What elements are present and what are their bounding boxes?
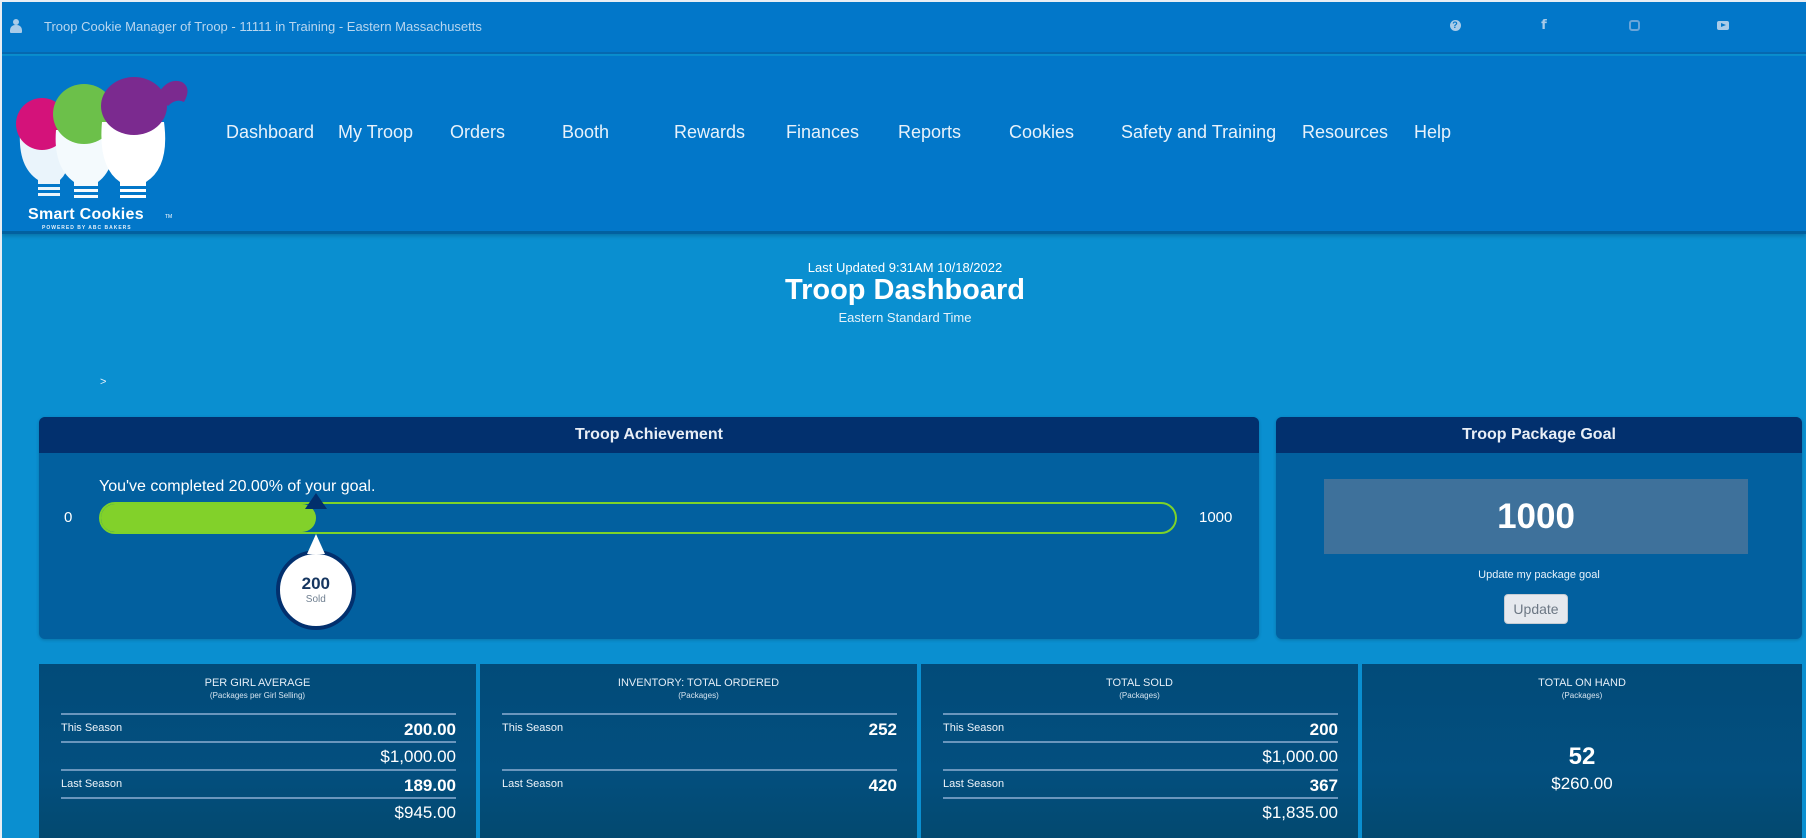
last-season-amount-row: $1,835.00 <box>943 797 1338 825</box>
last-season-amount: $1,835.00 <box>1262 803 1338 822</box>
achievement-progress-bar <box>99 502 1177 534</box>
help-icon[interactable]: ? <box>1448 18 1462 32</box>
last-season-row: Last Season 367 <box>943 769 1338 797</box>
stat-subtitle: (Packages) <box>1561 691 1603 700</box>
nav-rewards[interactable]: Rewards <box>674 122 745 143</box>
this-season-amount: $1,000.00 <box>380 747 456 766</box>
last-season-label: Last Season <box>943 778 1005 790</box>
main-navigation: Smart Cookies TM POWERED BY ABC BAKERS D… <box>2 56 1806 234</box>
troop-package-goal-title: Troop Package Goal <box>1276 417 1802 453</box>
nav-cookies[interactable]: Cookies <box>1009 122 1074 143</box>
last-season-value: 189.00 <box>404 776 456 795</box>
this-season-amount-row: $1,000.00 <box>61 741 456 769</box>
troop-package-goal-panel: Troop Package Goal 1000 Update my packag… <box>1276 417 1802 639</box>
nav-help[interactable]: Help <box>1414 122 1451 143</box>
timezone-label: Eastern Standard Time <box>838 310 972 325</box>
logo-trademark: TM <box>165 214 173 220</box>
per-girl-average-card: PER GIRL AVERAGE (Packages per Girl Sell… <box>39 664 476 838</box>
nav-reports[interactable]: Reports <box>898 122 961 143</box>
last-season-row: Last Season 420 <box>502 769 897 797</box>
user-role-title: Troop Cookie Manager of Troop - 11111 in… <box>44 19 482 34</box>
user-icon[interactable] <box>10 19 22 33</box>
this-season-label: This Season <box>502 722 564 734</box>
this-season-label: This Season <box>61 722 123 734</box>
progress-min-label: 0 <box>64 509 73 526</box>
progress-max-label: 1000 <box>1199 509 1233 526</box>
stat-title: TOTAL SOLD <box>1105 677 1174 689</box>
nav-finances[interactable]: Finances <box>786 122 859 143</box>
this-season-value: 200 <box>1309 720 1338 739</box>
nav-safety-and-training[interactable]: Safety and Training <box>1121 122 1276 143</box>
this-season-row: This Season 252 <box>502 713 897 741</box>
on-hand-amount: $260.00 <box>1551 774 1613 793</box>
help-glyph: ? <box>1449 19 1461 31</box>
troop-achievement-panel: Troop Achievement You've completed 20.00… <box>39 417 1259 639</box>
logo-name: Smart Cookies <box>28 206 144 223</box>
logo-bulbs-icon <box>16 77 188 198</box>
update-goal-button[interactable]: Update <box>1504 594 1568 624</box>
total-on-hand-card: TOTAL ON HAND (Packages) 52 $260.00 <box>1362 664 1802 838</box>
nav-resources[interactable]: Resources <box>1302 122 1388 143</box>
this-season-amount: $1,000.00 <box>1262 747 1338 766</box>
page-title: Troop Dashboard <box>784 274 1026 306</box>
smart-cookies-logo[interactable]: Smart Cookies TM POWERED BY ABC BAKERS <box>8 72 208 232</box>
this-season-row: This Season 200.00 <box>61 713 456 741</box>
user-icon-body <box>10 25 22 33</box>
this-season-row: This Season 200 <box>943 713 1338 741</box>
last-season-label: Last Season <box>502 778 564 790</box>
progress-marker-icon <box>304 493 327 509</box>
nav-my-troop[interactable]: My Troop <box>338 122 413 143</box>
stat-subtitle: (Packages) <box>678 691 719 700</box>
achievement-progress-fill <box>101 504 316 532</box>
last-season-value: 420 <box>868 776 897 795</box>
last-season-value: 367 <box>1309 776 1338 795</box>
last-season-label: Last Season <box>61 778 123 790</box>
troop-achievement-title: Troop Achievement <box>39 417 1259 453</box>
last-season-amount: $945.00 <box>394 803 456 822</box>
sold-count-value: 200 <box>301 574 330 593</box>
instagram-glyph <box>1628 19 1640 31</box>
update-goal-hint: Update my package goal <box>1478 569 1600 581</box>
stat-title: TOTAL ON HAND <box>1538 677 1626 689</box>
this-season-amount-row: $1,000.00 <box>943 741 1338 769</box>
youtube-icon[interactable] <box>1716 18 1730 32</box>
on-hand-quantity: 52 <box>1568 743 1596 770</box>
breadcrumb-arrow-icon[interactable]: > <box>100 376 106 388</box>
this-season-label: This Season <box>943 722 1005 734</box>
sold-count-label: Sold <box>305 594 326 605</box>
instagram-icon[interactable] <box>1627 18 1641 32</box>
nav-orders[interactable]: Orders <box>450 122 505 143</box>
this-season-value: 200.00 <box>404 720 456 739</box>
app-frame: Troop Cookie Manager of Troop - 11111 in… <box>0 0 1806 838</box>
last-updated-timestamp: Last Updated 9:31AM 10/18/2022 <box>807 260 1003 275</box>
stat-subtitle: (Packages per Girl Selling) <box>209 691 306 700</box>
total-sold-card: TOTAL SOLD (Packages) This Season 200 $1… <box>921 664 1358 838</box>
package-goal-value: 1000 <box>1324 479 1748 554</box>
sold-count-bubble: 200 Sold <box>275 534 356 630</box>
last-season-row: Last Season 189.00 <box>61 769 456 797</box>
inventory-total-ordered-card: INVENTORY: TOTAL ORDERED (Packages) This… <box>480 664 917 838</box>
top-bar: Troop Cookie Manager of Troop - 11111 in… <box>2 2 1806 54</box>
facebook-icon[interactable]: f <box>1537 18 1551 33</box>
this-season-value: 252 <box>868 720 897 739</box>
stat-subtitle: (Packages) <box>1119 691 1160 700</box>
youtube-glyph <box>1717 20 1729 30</box>
stat-title: PER GIRL AVERAGE <box>204 677 311 689</box>
logo-tagline: POWERED BY ABC BAKERS <box>42 225 132 231</box>
nav-dashboard[interactable]: Dashboard <box>226 122 314 143</box>
stat-title: INVENTORY: TOTAL ORDERED <box>617 677 780 689</box>
goal-completion-text: You've completed 20.00% of your goal. <box>99 478 376 495</box>
nav-booth[interactable]: Booth <box>562 122 609 143</box>
last-season-amount-row: $945.00 <box>61 797 456 825</box>
